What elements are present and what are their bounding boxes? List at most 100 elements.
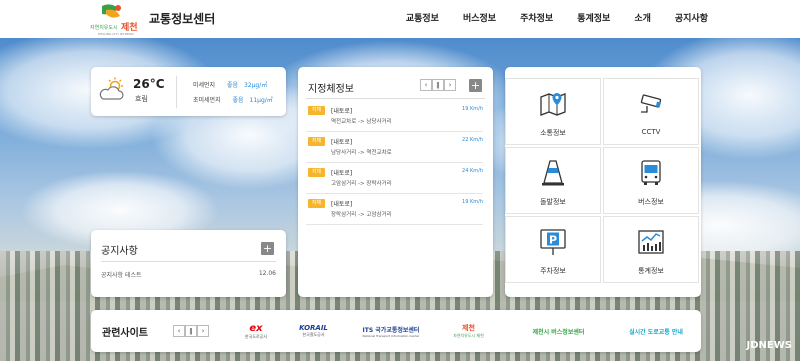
prev-icon[interactable]: ‹ (173, 325, 185, 337)
ultrafine-dust-grade: 좋음 (232, 97, 244, 104)
route-text: 역전교차로 -> 남당사거리 (331, 119, 392, 125)
pause-icon[interactable]: ǁ (185, 325, 197, 337)
city-logo[interactable]: 자연치유도시 제천 HEALING CITY JECHEON (88, 2, 140, 36)
site-sub-text: 한국도로공사 (244, 333, 268, 339)
service-bus[interactable]: 버스정보 (603, 147, 699, 214)
notice-item-date: 12.06 (258, 270, 276, 277)
site-logo-text: ex (249, 322, 263, 334)
speed-value: 19 Km/h (462, 106, 483, 112)
service-menu-card: 소통정보 CCTV 돌발정보 버스정보 P 주차정보 통계정보 (505, 67, 701, 297)
next-icon[interactable]: › (444, 79, 456, 91)
traffic-cone-icon (538, 158, 568, 188)
list-item[interactable]: 지체 [내토로] 22 Km/h 남당사거리 -> 역전교차로 (306, 133, 483, 163)
site-logo-text: 제천시 버스정보센터 (532, 328, 585, 336)
road-name: [내토로] (331, 170, 353, 177)
related-sites-controls: ‹ ǁ › (173, 325, 209, 337)
site-logo-text: KORAIL (299, 324, 328, 332)
nav-about[interactable]: 소개 (634, 11, 651, 24)
service-label: 돌발정보 (540, 198, 566, 206)
prev-icon[interactable]: ‹ (420, 79, 432, 91)
service-label: 주차정보 (540, 267, 566, 275)
service-label: CCTV (641, 128, 661, 136)
nav-parking-info[interactable]: 주차정보 (520, 11, 553, 24)
notice-card: 공지사항 + 공지사항 테스트 12.06 (91, 230, 286, 297)
service-statistics[interactable]: 통계정보 (603, 216, 699, 283)
notice-item-title[interactable]: 공지사항 테스트 (101, 270, 142, 279)
divider (101, 261, 276, 262)
related-site-link[interactable]: 실시간 도로교통 안내 (621, 320, 691, 342)
temperature: 26°C (133, 77, 165, 91)
partly-cloudy-icon (98, 77, 126, 103)
nav-statistics[interactable]: 통계정보 (577, 11, 610, 24)
congestion-more-button[interactable]: + (469, 79, 482, 92)
road-name: [내토로] (331, 139, 353, 146)
watermark: JDNEWS (746, 340, 792, 351)
route-text: 고암삼거리 -> 장락사거리 (331, 181, 392, 187)
speed-value: 24 Km/h (462, 168, 483, 174)
speed-value: 22 Km/h (462, 137, 483, 143)
nav-bus-info[interactable]: 버스정보 (463, 11, 496, 24)
related-site-link[interactable]: KORAIL 한국철도공사 (291, 320, 336, 342)
status-badge: 지체 (308, 168, 325, 177)
divider (176, 76, 177, 108)
site-logo-text: 실시간 도로교통 안내 (629, 328, 683, 336)
svg-text:자연치유도시: 자연치유도시 (90, 24, 118, 31)
road-name: [내토로] (331, 201, 353, 208)
congestion-title: 지정체정보 (308, 84, 354, 95)
list-item[interactable]: 지체 [내토로] 24 Km/h 고암삼거리 -> 장락사거리 (306, 164, 483, 194)
map-pin-icon (538, 89, 568, 119)
nav-traffic-info[interactable]: 교통정보 (406, 11, 439, 24)
service-cctv[interactable]: CCTV (603, 78, 699, 145)
related-site-link[interactable]: ex 한국도로공사 (236, 320, 276, 342)
cctv-camera-icon (636, 89, 666, 119)
stats-chart-icon (636, 227, 666, 257)
congestion-info-card: 지정체정보 ‹ ǁ › + 지체 [내토로] 19 Km/h 역전교차로 -> … (298, 67, 493, 297)
nav-notice[interactable]: 공지사항 (675, 11, 708, 24)
site-logo-text: ITS 국가교통정보센터 (362, 326, 420, 334)
site-sub-text: National Transport Information Center (362, 333, 420, 338)
fine-dust-value: 32μg/㎥ (243, 82, 268, 89)
related-sites-bar: 관련사이트 ‹ ǁ › ex 한국도로공사 KORAIL 한국철도공사 ITS … (91, 310, 701, 352)
service-label: 소통정보 (540, 129, 566, 137)
service-label: 통계정보 (638, 267, 664, 275)
svg-text:P: P (549, 234, 557, 247)
congestion-controls: ‹ ǁ › (420, 79, 456, 91)
related-sites-title: 관련사이트 (102, 328, 148, 339)
top-header: 자연치유도시 제천 HEALING CITY JECHEON 교통정보센터 교통… (0, 0, 800, 38)
notice-title: 공지사항 (101, 246, 138, 257)
route-text: 장락삼거리 -> 고암삼거리 (331, 212, 392, 218)
main-nav: 교통정보 버스정보 주차정보 통계정보 소개 공지사항 (382, 11, 708, 24)
site-sub-text: 자연치유도시 제천 (453, 333, 484, 338)
related-site-link[interactable]: 제천 자연치유도시 제천 (446, 320, 491, 342)
weather-card: 26°C 흐림 미세먼지 좋음 32μg/㎥ 초미세먼지 좋음 11μg/㎥ (91, 67, 286, 116)
route-text: 남당사거리 -> 역전교차로 (331, 150, 392, 156)
svg-text:HEALING CITY JECHEON: HEALING CITY JECHEON (98, 32, 134, 36)
bus-icon (636, 158, 666, 188)
site-sub-text: 한국철도공사 (302, 332, 325, 337)
next-icon[interactable]: › (197, 325, 209, 337)
site-logo-text: 제천 (462, 324, 475, 332)
ultrafine-dust-label: 초미세먼지 (193, 97, 221, 104)
service-traffic-flow[interactable]: 소통정보 (505, 78, 601, 145)
road-name: [내토로] (331, 108, 353, 115)
notice-more-button[interactable]: + (261, 242, 274, 255)
service-incident[interactable]: 돌발정보 (505, 147, 601, 214)
status-badge: 지체 (308, 106, 325, 115)
fine-dust-label: 미세먼지 (193, 82, 216, 89)
related-site-link[interactable]: 제천시 버스정보센터 (516, 320, 601, 342)
list-item[interactable]: 지체 [내토로] 19 Km/h 장락삼거리 -> 고암삼거리 (306, 195, 483, 225)
pause-icon[interactable]: ǁ (432, 79, 444, 91)
site-title[interactable]: 교통정보센터 (149, 10, 215, 27)
speed-value: 19 Km/h (462, 199, 483, 205)
service-label: 버스정보 (638, 198, 664, 206)
fine-dust-grade: 좋음 (227, 82, 239, 89)
fine-dust-row: 미세먼지 좋음 32μg/㎥ (193, 80, 267, 89)
related-site-link[interactable]: ITS 국가교통정보센터 National Transport Informat… (356, 320, 426, 342)
sky-condition: 흐림 (135, 95, 148, 103)
service-parking[interactable]: P 주차정보 (505, 216, 601, 283)
list-item[interactable]: 지체 [내토로] 19 Km/h 역전교차로 -> 남당사거리 (306, 102, 483, 132)
ultrafine-dust-value: 11μg/㎥ (249, 97, 273, 104)
status-badge: 지체 (308, 199, 325, 208)
divider (306, 98, 485, 99)
ultrafine-dust-row: 초미세먼지 좋음 11μg/㎥ (193, 95, 273, 104)
